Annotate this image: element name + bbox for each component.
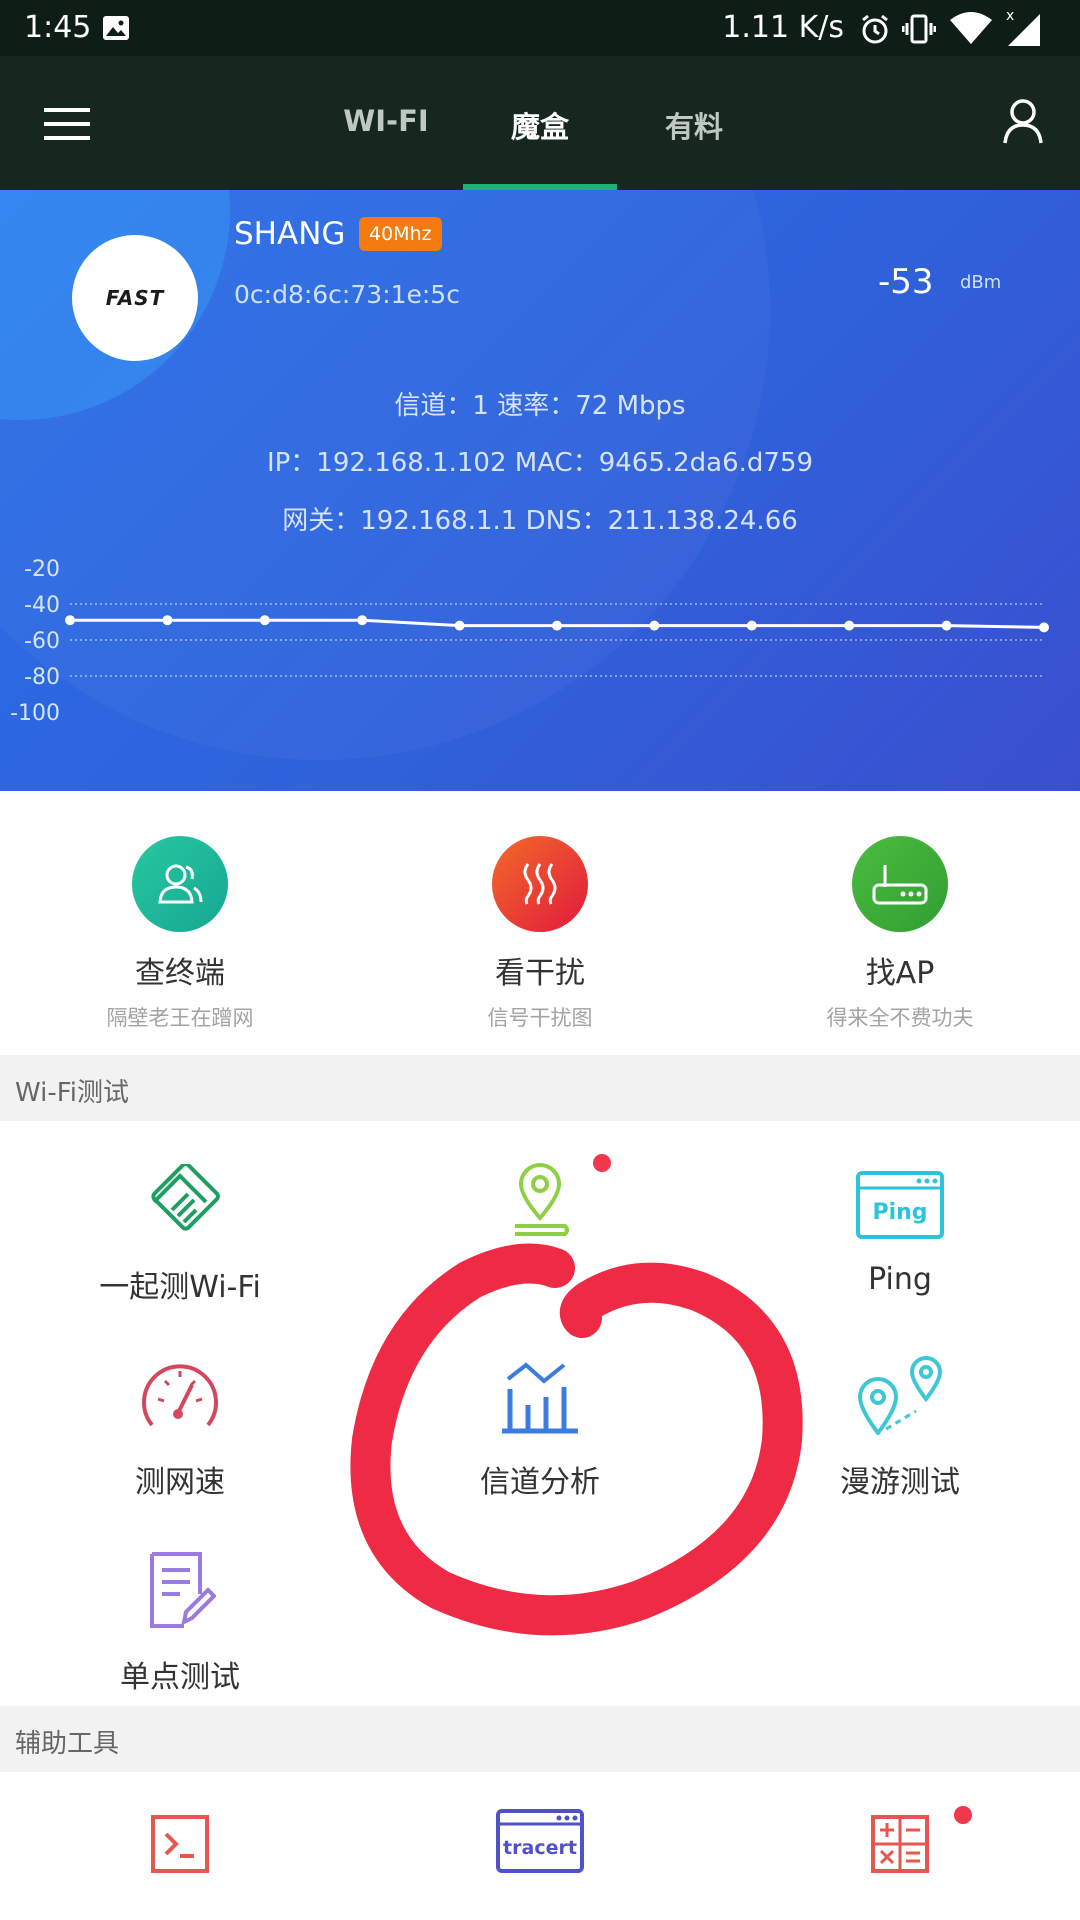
y-tick-label: -40 xyxy=(24,593,60,618)
section-title: 辅助工具 xyxy=(15,1729,120,1759)
svg-text:x: x xyxy=(1006,8,1014,24)
ping-icon-text: Ping xyxy=(872,1200,927,1225)
image-notification-icon xyxy=(102,14,130,46)
shortcut-find-ap[interactable]: 找AP 得来全不费功夫 xyxy=(750,836,1050,1032)
tool-tracert[interactable]: tracert xyxy=(390,1808,690,1896)
network-speed: 1.11 K/s xyxy=(722,10,844,45)
handshake-icon xyxy=(30,1150,330,1240)
wifi-icon xyxy=(948,10,994,50)
shortcut-title: 查终端 xyxy=(135,956,225,991)
tool-terminal[interactable] xyxy=(30,1808,330,1896)
alarm-icon xyxy=(858,12,892,50)
signal-data-point xyxy=(454,620,465,631)
y-tick-label: -100 xyxy=(10,701,60,726)
tool-channel-analysis[interactable]: 信道分析 xyxy=(390,1345,690,1501)
tool-ping[interactable]: Ping Ping xyxy=(750,1150,1050,1297)
tab-mohe[interactable]: 魔盒 xyxy=(463,104,617,146)
heat-waves-icon xyxy=(492,836,588,932)
tool-speed-test[interactable]: 测网速 xyxy=(30,1345,330,1501)
signal-data-point xyxy=(844,620,855,631)
y-tick-label: -80 xyxy=(24,665,60,690)
users-icon xyxy=(132,836,228,932)
roaming-pins-icon xyxy=(750,1345,1050,1435)
calculator-icon xyxy=(750,1808,1050,1874)
shortcut-subtitle: 得来全不费功夫 xyxy=(826,1006,974,1030)
ping-window-icon: Ping xyxy=(750,1150,1050,1240)
tool-label: Ping xyxy=(868,1262,932,1297)
tool-label: 漫游测试 xyxy=(840,1465,960,1500)
signal-data-point xyxy=(65,615,75,626)
tool-single-point[interactable]: 单点测试 xyxy=(30,1540,330,1696)
signal-data-point xyxy=(259,615,270,626)
tracert-icon-text: tracert xyxy=(503,1837,577,1859)
app-bar: WI-FI 魔盒 有料 xyxy=(0,56,1080,190)
signal-data-point xyxy=(552,620,562,631)
signal-strength: -53 xyxy=(878,262,934,302)
location-pin-icon xyxy=(390,1150,690,1240)
cell-signal-icon: x xyxy=(1006,8,1042,52)
router-icon xyxy=(852,836,948,932)
tool-label: 单点测试 xyxy=(120,1660,240,1695)
ip-mac-line: IP：192.168.1.102 MAC：9465.2da6.d759 xyxy=(266,448,814,478)
section-header-wifi-test: Wi-Fi测试 xyxy=(0,1055,1080,1121)
tracert-window-icon: tracert xyxy=(390,1808,690,1874)
document-edit-icon xyxy=(30,1540,330,1630)
tool-calculator[interactable] xyxy=(750,1808,1050,1896)
signal-history-chart: -20 -40 -60 -80 -100 xyxy=(10,557,1049,726)
signal-data-point xyxy=(941,620,952,631)
new-badge-dot xyxy=(593,1154,611,1172)
tab-youliao[interactable]: 有料 xyxy=(617,104,771,146)
section-title: Wi-Fi测试 xyxy=(15,1078,130,1108)
shortcut-title: 看干扰 xyxy=(495,956,585,991)
bandwidth-badge: 40Mhz xyxy=(359,217,442,251)
menu-icon[interactable] xyxy=(44,106,90,146)
tool-wifi-together[interactable]: 一起测Wi-Fi xyxy=(30,1150,330,1306)
y-tick-label: -20 xyxy=(24,557,60,582)
tool-location[interactable] xyxy=(390,1150,690,1262)
bssid: 0c:d8:6c:73:1e:5c xyxy=(234,280,460,309)
logo-text: FAST xyxy=(105,286,165,310)
y-tick-label: -60 xyxy=(24,629,60,654)
status-bar: 1:45 1.11 K/s x xyxy=(0,0,1080,56)
tool-label: 一起测Wi-Fi xyxy=(99,1270,261,1305)
shortcut-subtitle: 信号干扰图 xyxy=(487,1006,593,1030)
shortcut-title: 找AP xyxy=(865,956,935,991)
tool-label: 测网速 xyxy=(135,1465,225,1500)
tool-roaming[interactable]: 漫游测试 xyxy=(750,1345,1050,1501)
new-badge-dot xyxy=(954,1806,972,1824)
user-profile-icon[interactable] xyxy=(1002,98,1044,148)
terminal-icon xyxy=(30,1808,330,1874)
shortcut-interference[interactable]: 看干扰 信号干扰图 xyxy=(390,836,690,1032)
tool-label: 信道分析 xyxy=(480,1465,600,1500)
tab-wifi[interactable]: WI-FI xyxy=(309,104,463,138)
signal-data-point xyxy=(1039,622,1049,633)
shortcut-subtitle: 隔壁老王在蹭网 xyxy=(106,1006,254,1030)
signal-data-point xyxy=(649,620,660,631)
vibrate-icon xyxy=(901,12,937,50)
ssid: SHANG xyxy=(234,216,346,252)
signal-unit: dBm xyxy=(960,272,1002,293)
section-header-aux-tools: 辅助工具 xyxy=(0,1706,1080,1772)
status-time: 1:45 xyxy=(24,10,92,45)
gateway-dns-line: 网关：192.168.1.1 DNS：211.138.24.66 xyxy=(282,506,798,536)
channel-chart-icon xyxy=(390,1345,690,1435)
speedometer-icon xyxy=(30,1345,330,1435)
signal-data-point xyxy=(357,615,368,626)
signal-data-point xyxy=(162,615,173,626)
shortcut-terminals[interactable]: 查终端 隔壁老王在蹭网 xyxy=(30,836,330,1032)
signal-data-point xyxy=(746,620,757,631)
channel-rate-line: 信道：1 速率：72 Mbps xyxy=(394,391,686,421)
network-info-panel: FAST SHANG 40Mhz 0c:d8:6c:73:1e:5c -53 d… xyxy=(0,190,1080,791)
router-brand-logo: FAST xyxy=(72,235,198,361)
